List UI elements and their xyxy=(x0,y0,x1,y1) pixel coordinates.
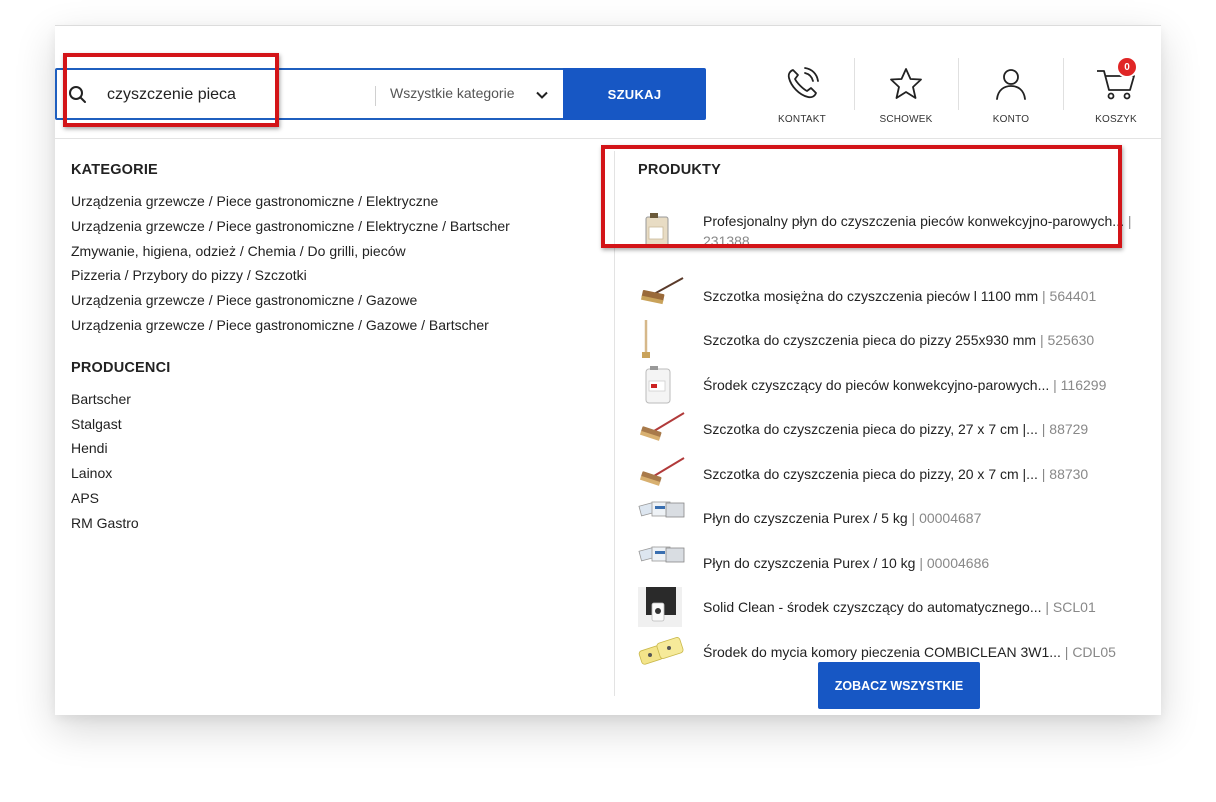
suggestions-right-column: PRODUKTY Profesjonalny płyn do czyszczen… xyxy=(638,162,1148,665)
category-link[interactable]: Urządzenia grzewcze / Piece gastronomicz… xyxy=(71,288,611,313)
brush-icon xyxy=(639,412,685,441)
product-item[interactable]: Profesjonalny płyn do czyszczenia pieców… xyxy=(638,211,1148,251)
product-name: Szczotka do czyszczenia pieca do pizzy 2… xyxy=(703,332,1037,348)
brush-icon xyxy=(640,277,684,305)
product-text: Środek czyszczący do pieców konwekcyjno-… xyxy=(703,375,1143,395)
product-text: Środek do mycia komory pieczenia COMBICL… xyxy=(703,642,1143,662)
producer-link[interactable]: Stalgast xyxy=(71,412,611,437)
search-icon xyxy=(69,86,86,103)
category-select[interactable]: Wszystkie kategorie xyxy=(390,85,514,101)
product-code: | 88729 xyxy=(1041,421,1089,437)
product-text: Płyn do czyszczenia Purex / 10 kg | 0000… xyxy=(703,553,1143,573)
product-item[interactable]: Płyn do czyszczenia Purex / 10 kg | 0000… xyxy=(638,543,1148,583)
product-item[interactable]: Szczotka mosiężna do czyszczenia pieców … xyxy=(638,276,1148,316)
product-text: Solid Clean - środek czyszczący do autom… xyxy=(703,597,1143,617)
long-brush-icon xyxy=(642,320,650,358)
cart-count-badge: 0 xyxy=(1116,56,1138,78)
producer-link[interactable]: Bartscher xyxy=(71,387,611,412)
product-item[interactable]: Płyn do czyszczenia Purex / 5 kg | 00004… xyxy=(638,498,1148,538)
product-item[interactable]: Solid Clean - środek czyszczący do autom… xyxy=(638,587,1148,627)
product-text: Szczotka do czyszczenia pieca do pizzy, … xyxy=(703,419,1143,439)
wishlist-button[interactable]: SCHOWEK xyxy=(866,66,946,130)
star-icon xyxy=(890,68,922,99)
wishlist-label: SCHOWEK xyxy=(879,114,933,125)
account-button[interactable]: KONTO xyxy=(971,66,1051,130)
search-button[interactable]: SZUKAJ xyxy=(563,68,706,120)
divider xyxy=(958,58,959,110)
column-divider xyxy=(614,151,615,696)
chevron-down-icon[interactable] xyxy=(534,87,550,103)
product-name: Szczotka do czyszczenia pieca do pizzy, … xyxy=(703,466,1038,482)
suggestions-left-column: KATEGORIE Urządzenia grzewcze / Piece ga… xyxy=(71,162,611,536)
product-name: Środek czyszczący do pieców konwekcyjno-… xyxy=(703,377,1050,393)
tablets-icon xyxy=(638,546,685,563)
product-code: | CDL05 xyxy=(1064,644,1116,660)
category-link[interactable]: Pizzeria / Przybory do pizzy / Szczotki xyxy=(71,263,611,288)
product-code: | 00004686 xyxy=(919,555,990,571)
product-code: | 88730 xyxy=(1041,466,1089,482)
user-icon xyxy=(996,69,1026,100)
dispenser-icon xyxy=(638,587,682,627)
contact-button[interactable]: KONTAKT xyxy=(762,66,842,130)
header-divider xyxy=(55,138,1161,139)
producer-list: Bartscher Stalgast Hendi Lainox APS RM G… xyxy=(71,387,611,536)
product-code: | 116299 xyxy=(1053,377,1107,393)
producers-title: PRODUCENCI xyxy=(71,359,171,376)
pouches-icon xyxy=(638,637,684,665)
producer-link[interactable]: RM Gastro xyxy=(71,511,611,536)
product-name: Szczotka mosiężna do czyszczenia pieców … xyxy=(703,288,1039,304)
product-name: Szczotka do czyszczenia pieca do pizzy, … xyxy=(703,421,1038,437)
product-name: Środek do mycia komory pieczenia COMBICL… xyxy=(703,644,1061,660)
product-code: | 525630 xyxy=(1039,332,1095,348)
product-name: Profesjonalny płyn do czyszczenia pieców… xyxy=(703,213,1124,229)
product-item[interactable]: Szczotka do czyszczenia pieca do pizzy, … xyxy=(638,454,1148,494)
canister-icon xyxy=(645,213,669,248)
product-code: | 564401 xyxy=(1042,288,1097,304)
divider xyxy=(854,58,855,110)
product-text: Szczotka do czyszczenia pieca do pizzy, … xyxy=(703,464,1143,484)
tablets-icon xyxy=(638,501,685,518)
producer-link[interactable]: APS xyxy=(71,486,611,511)
product-code: | SCL01 xyxy=(1045,599,1096,615)
product-text: Profesjonalny płyn do czyszczenia pieców… xyxy=(703,211,1143,251)
producer-link[interactable]: Lainox xyxy=(71,461,611,486)
see-all-button[interactable]: ZOBACZ WSZYSTKIE xyxy=(818,662,980,709)
categories-title: KATEGORIE xyxy=(71,162,158,178)
category-link[interactable]: Zmywanie, higiena, odzież / Chemia / Do … xyxy=(71,239,611,264)
canister-icon xyxy=(645,366,671,404)
cart-label: KOSZYK xyxy=(1095,114,1137,125)
product-item[interactable]: Środek czyszczący do pieców konwekcyjno-… xyxy=(638,365,1148,405)
category-list: Urządzenia grzewcze / Piece gastronomicz… xyxy=(71,189,611,338)
contact-label: KONTAKT xyxy=(778,114,826,125)
account-label: KONTO xyxy=(992,114,1030,125)
phone-icon xyxy=(787,67,819,99)
product-text: Szczotka do czyszczenia pieca do pizzy 2… xyxy=(703,330,1143,350)
brush-icon xyxy=(639,457,685,486)
product-text: Szczotka mosiężna do czyszczenia pieców … xyxy=(703,286,1143,306)
divider xyxy=(375,86,376,106)
product-item[interactable]: Szczotka do czyszczenia pieca do pizzy, … xyxy=(638,409,1148,449)
category-link[interactable]: Urządzenia grzewcze / Piece gastronomicz… xyxy=(71,313,611,338)
divider xyxy=(1063,58,1064,110)
product-name: Płyn do czyszczenia Purex / 10 kg xyxy=(703,555,916,571)
search-dropdown-panel: Wszystkie kategorie SZUKAJ KONTAKT SCHOW… xyxy=(55,25,1161,715)
category-link[interactable]: Urządzenia grzewcze / Piece gastronomicz… xyxy=(71,214,611,239)
product-text: Płyn do czyszczenia Purex / 5 kg | 00004… xyxy=(703,508,1143,528)
product-name: Płyn do czyszczenia Purex / 5 kg xyxy=(703,510,908,526)
products-title: PRODUKTY xyxy=(638,162,721,178)
product-name: Solid Clean - środek czyszczący do autom… xyxy=(703,599,1042,615)
product-code: | 00004687 xyxy=(911,510,982,526)
search-bar: Wszystkie kategorie SZUKAJ xyxy=(55,68,706,120)
cart-button[interactable]: KOSZYK 0 xyxy=(1076,56,1156,130)
product-item[interactable]: Szczotka do czyszczenia pieca do pizzy 2… xyxy=(638,320,1148,360)
producer-link[interactable]: Hendi xyxy=(71,436,611,461)
search-input[interactable] xyxy=(107,83,367,107)
category-link[interactable]: Urządzenia grzewcze / Piece gastronomicz… xyxy=(71,189,611,214)
